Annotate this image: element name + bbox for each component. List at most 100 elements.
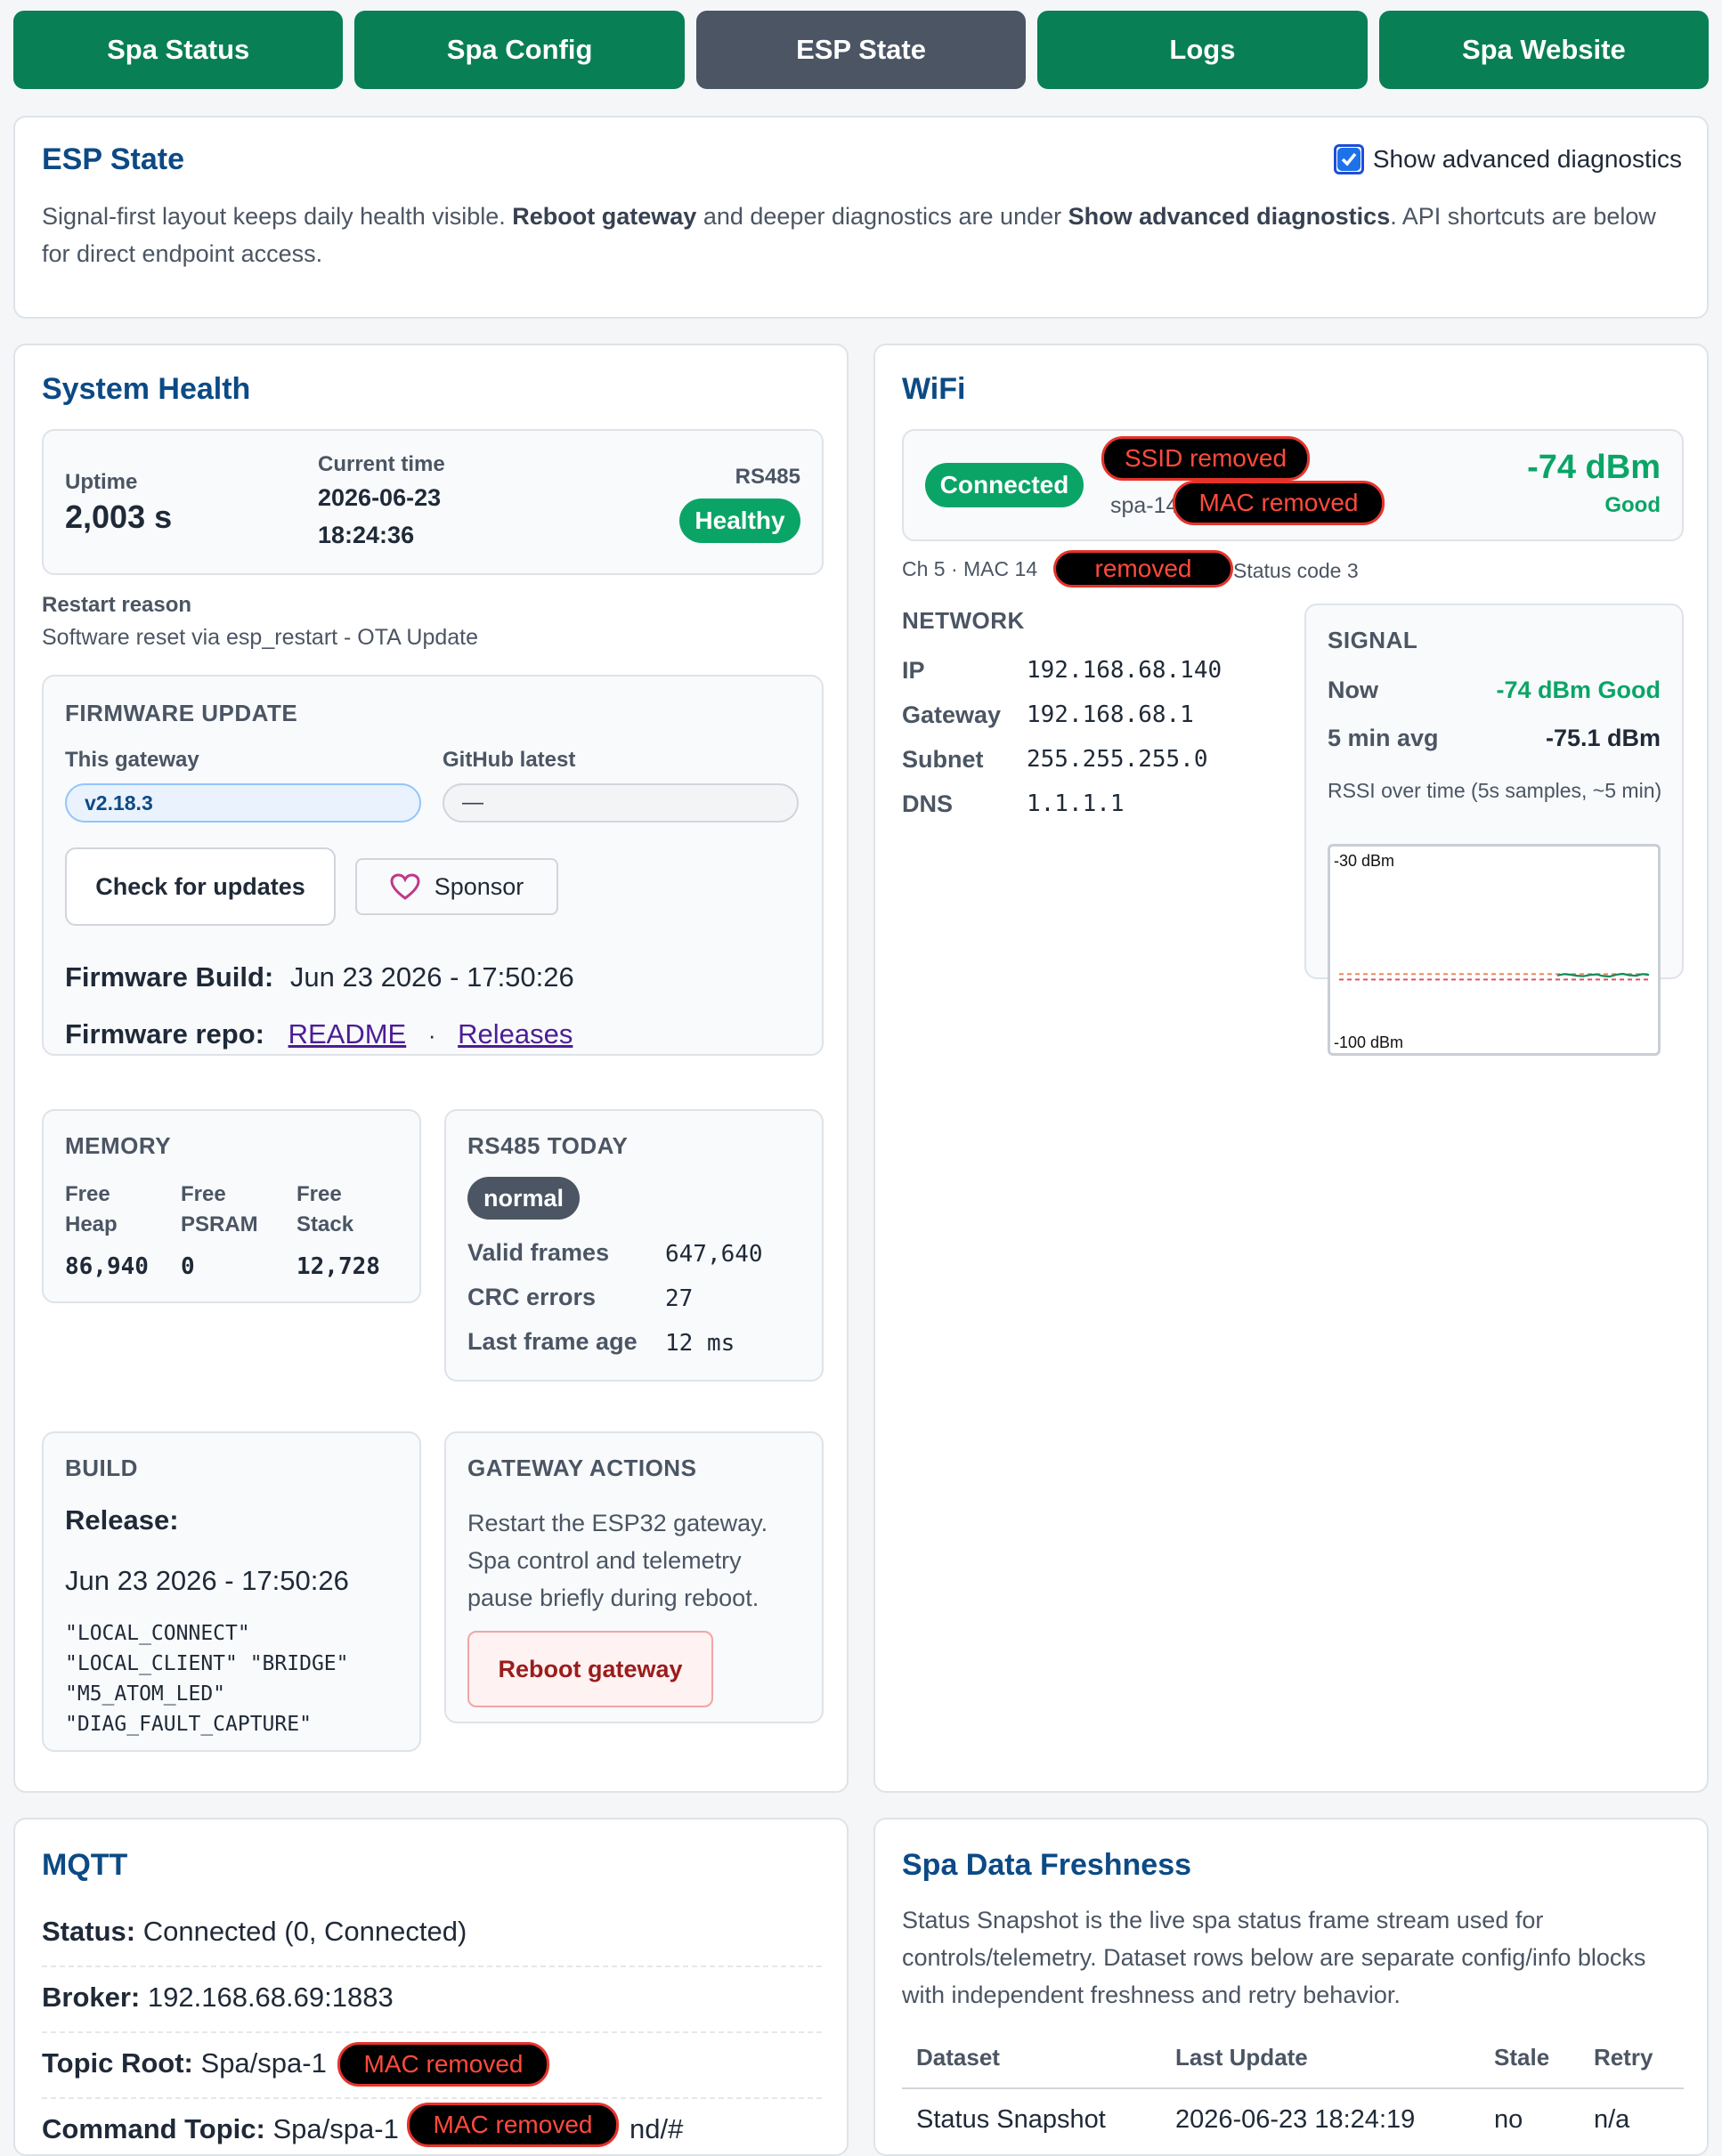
gateway-value: 192.168.68.1 xyxy=(1027,701,1194,728)
col-stale: Stale xyxy=(1494,2044,1550,2071)
reboot-gateway-button[interactable]: Reboot gateway xyxy=(467,1631,713,1707)
mqtt-broker-value: 192.168.68.69:1883 xyxy=(147,1982,394,2013)
current-date: 2026-06-23 xyxy=(318,484,442,511)
this-gateway-label: This gateway xyxy=(65,748,199,772)
last-frame-age-label: Last frame age xyxy=(467,1328,638,1355)
build-flag: "LOCAL_CLIENT" "BRIDGE" xyxy=(65,1652,349,1675)
free-psram-value: 0 xyxy=(181,1253,195,1280)
system-health-card: System Health Uptime 2,003 s Current tim… xyxy=(13,344,849,1793)
freshness-table: Dataset Last Update Stale Retry Status S… xyxy=(902,2033,1684,2151)
ip-value: 192.168.68.140 xyxy=(1027,657,1222,684)
health-summary: Uptime 2,003 s Current time 2026-06-23 1… xyxy=(42,429,824,575)
mqtt-broker-label: Broker: xyxy=(42,1982,141,2013)
col-last-update: Last Update xyxy=(1174,2044,1308,2071)
github-latest-version: — xyxy=(443,783,799,823)
channel-mac-redacted: removed xyxy=(1053,550,1233,588)
gateway-actions-description: Restart the ESP32 gateway. Spa control a… xyxy=(467,1510,768,1611)
gateway-label: Gateway xyxy=(902,701,1002,728)
build-flag: "LOCAL_CONNECT" xyxy=(65,1622,250,1645)
mqtt-topic-value: Spa/spa-1 xyxy=(200,2047,327,2079)
wifi-status-panel: Connected SSID removed spa-14 MAC remove… xyxy=(902,429,1684,541)
restart-reason-value: Software reset via esp_restart - OTA Upd… xyxy=(42,625,479,650)
signal-now-value: -74 dBm Good xyxy=(1496,677,1661,703)
row-last-update: 2026-06-23 18:24:19 xyxy=(1174,2105,1416,2134)
tab-logs[interactable]: Logs xyxy=(1037,11,1368,89)
desc-text-2: and deeper diagnostics are under xyxy=(696,203,1068,230)
mqtt-command-row: Command Topic: Spa/spa-1 xyxy=(42,2113,399,2145)
rssi-top-label: -30 dBm xyxy=(1334,852,1394,870)
build-flag: "DIAG_FAULT_CAPTURE" xyxy=(65,1713,312,1736)
rssi-chart-svg: -30 dBm -100 dBm xyxy=(1334,852,1650,1051)
firmware-repo-label: Firmware repo: xyxy=(65,1018,264,1050)
spa-data-freshness-card: Spa Data Freshness Status Snapshot is th… xyxy=(873,1818,1709,2156)
row-stale: no xyxy=(1494,2105,1523,2134)
this-gateway-version-text: v2.18.3 xyxy=(85,790,153,815)
page-title: ESP State xyxy=(42,142,185,176)
rs485-label: RS485 xyxy=(735,465,800,489)
check-for-updates-button[interactable]: Check for updates xyxy=(65,847,336,926)
build-panel: BUILD Release: Jun 23 2026 - 17:50:26 "L… xyxy=(42,1431,421,1752)
row-retry: n/a xyxy=(1593,2105,1630,2134)
tab-spa-website[interactable]: Spa Website xyxy=(1378,11,1710,89)
dns-label: DNS xyxy=(902,790,954,817)
esp-state-header-card: ESP State Show advanced diagnostics Sign… xyxy=(13,116,1709,319)
firmware-repo-row: Firmware repo: README · Releases xyxy=(65,1018,573,1050)
readme-link[interactable]: README xyxy=(288,1018,407,1050)
rssi-chart: -30 dBm -100 dBm xyxy=(1328,844,1661,1056)
releases-link[interactable]: Releases xyxy=(458,1018,573,1050)
mqtt-topic-row: Topic Root: Spa/spa-1 xyxy=(42,2047,327,2079)
tab-spa-config[interactable]: Spa Config xyxy=(354,11,685,89)
network-heading: NETWORK xyxy=(902,607,1025,634)
desc-text-1: Signal-first layout keeps daily health v… xyxy=(42,203,513,230)
mqtt-status-label: Status: xyxy=(42,1916,136,1947)
valid-frames-label: Valid frames xyxy=(467,1239,610,1266)
advanced-diagnostics-toggle[interactable]: Show advanced diagnostics xyxy=(1333,144,1682,174)
memory-heading: MEMORY xyxy=(65,1132,172,1159)
tab-esp-state[interactable]: ESP State xyxy=(695,11,1027,89)
table-row: Status Snapshot 2026-06-23 18:24:19 no n… xyxy=(902,2088,1684,2151)
free-psram-label-2: PSRAM xyxy=(181,1212,258,1236)
ssid-redacted: SSID removed xyxy=(1101,436,1310,481)
restart-reason-label: Restart reason xyxy=(42,593,192,617)
firmware-build-row: Firmware Build: Jun 23 2026 - 17:50:26 xyxy=(65,961,574,993)
subnet-value: 255.255.255.0 xyxy=(1027,746,1208,773)
gateway-actions-heading: GATEWAY ACTIONS xyxy=(467,1455,697,1481)
signal-panel: SIGNAL Now -74 dBm Good 5 min avg -75.1 … xyxy=(1304,604,1684,1056)
mqtt-topic-label: Topic Root: xyxy=(42,2047,193,2079)
uptime-label: Uptime xyxy=(65,470,138,494)
signal-heading: SIGNAL xyxy=(1328,627,1418,653)
desc-bold-reboot: Reboot gateway xyxy=(512,203,697,230)
this-gateway-version: v2.18.3 xyxy=(65,783,421,823)
command-mac-redacted: MAC removed xyxy=(407,2103,619,2147)
repo-separator: · xyxy=(427,1022,436,1049)
rssi-series-line xyxy=(1556,972,1650,978)
mqtt-broker-row: Broker: 192.168.68.69:1883 xyxy=(42,1982,394,2014)
last-frame-age-value: 12 ms xyxy=(665,1330,735,1357)
wifi-rssi-value: -74 dBm xyxy=(1527,449,1661,486)
crc-errors-label: CRC errors xyxy=(467,1284,597,1310)
build-flag: "M5_ATOM_LED" xyxy=(65,1682,226,1706)
checkbox-checked-icon[interactable] xyxy=(1333,144,1364,174)
rs485-mode-badge: normal xyxy=(467,1177,581,1220)
mqtt-status-row: Status: Connected (0, Connected) xyxy=(42,1916,467,1948)
free-heap-value: 86,940 xyxy=(65,1253,149,1280)
tab-spa-status[interactable]: Spa Status xyxy=(13,11,344,89)
sponsor-label: Sponsor xyxy=(434,872,524,900)
divider xyxy=(42,1966,822,1967)
sponsor-button[interactable]: Sponsor xyxy=(355,858,558,915)
release-value: Jun 23 2026 - 17:50:26 xyxy=(65,1565,349,1596)
top-nav: Spa Status Spa Config ESP State Logs Spa… xyxy=(13,11,1710,89)
rs485-today-heading: RS485 TODAY xyxy=(467,1132,629,1159)
free-stack-value: 12,728 xyxy=(296,1253,380,1280)
build-heading: BUILD xyxy=(65,1455,138,1481)
free-stack-label-1: Free xyxy=(296,1182,342,1206)
subnet-label: Subnet xyxy=(902,746,984,773)
free-heap-label-1: Free xyxy=(65,1182,110,1206)
divider xyxy=(42,2097,822,2099)
firmware-build-value: Jun 23 2026 - 17:50:26 xyxy=(289,961,574,993)
freshness-description: Status Snapshot is the live spa status f… xyxy=(902,1907,1646,2008)
freshness-title: Spa Data Freshness xyxy=(902,1848,1192,1882)
system-health-title: System Health xyxy=(42,372,251,406)
wifi-host-prefix: spa-14 xyxy=(1110,493,1179,518)
firmware-update-heading: FIRMWARE UPDATE xyxy=(65,700,298,726)
